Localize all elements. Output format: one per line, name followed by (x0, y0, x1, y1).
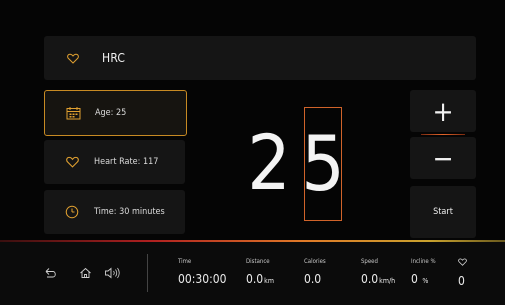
value-display: 2 5 (240, 107, 360, 221)
stat-distance-label: Distance (246, 258, 270, 265)
stat-calories-label: Calories (304, 258, 326, 265)
param-time-label: Time: 30 minutes (94, 207, 165, 217)
stat-incline-label: Incline % (411, 258, 436, 265)
sound-icon[interactable] (104, 266, 122, 280)
divider-line (421, 134, 465, 135)
stat-heart-value: 0 (458, 274, 465, 288)
stat-incline-value: 0 (411, 272, 418, 286)
stat-distance-value: 0.0 (246, 272, 264, 286)
stat-speed-value: 0.0 (361, 272, 379, 286)
clock-icon (64, 204, 80, 220)
heart-icon (458, 258, 467, 268)
stat-incline: Incline % 0 % (411, 258, 436, 286)
stat-time-value: 00:30:00 (178, 272, 227, 286)
heart-icon (66, 51, 80, 65)
param-age-label: Age: 25 (95, 108, 127, 118)
increment-button[interactable]: + (410, 90, 476, 132)
stat-speed: Speed 0.0km/h (361, 258, 395, 286)
param-time[interactable]: Time: 30 minutes (44, 190, 185, 234)
back-icon[interactable] (44, 266, 58, 280)
stat-time-label: Time (178, 258, 192, 265)
start-button[interactable]: Start (410, 186, 476, 238)
stat-heart: 0 (458, 258, 467, 288)
stat-speed-label: Speed (361, 258, 378, 265)
calendar-icon (65, 105, 81, 121)
param-age[interactable]: Age: 25 (44, 90, 187, 136)
decrement-button[interactable]: − (410, 137, 476, 179)
digit-ones-selected[interactable]: 5 (301, 107, 345, 221)
heart-icon (64, 154, 80, 170)
stat-calories-value: 0.0 (304, 272, 322, 286)
footer-divider (147, 254, 148, 292)
stat-speed-unit: km/h (379, 277, 396, 285)
stat-time: Time 00:30:00 (178, 258, 226, 286)
stat-distance-unit: km (264, 277, 274, 285)
param-heart-rate-label: Heart Rate: 117 (94, 157, 159, 167)
param-heart-rate[interactable]: Heart Rate: 117 (44, 140, 185, 184)
hrc-screen: HRC Age: 25 Heart Rate: 117 Time: 30 min… (0, 0, 505, 305)
page-title: HRC (102, 51, 126, 65)
hrc-header: HRC (44, 36, 476, 80)
stat-calories: Calories 0.0 (304, 258, 326, 286)
stat-incline-unit: % (422, 277, 429, 285)
home-icon[interactable] (78, 266, 92, 280)
digit-tens[interactable]: 2 (247, 107, 291, 219)
stat-distance: Distance 0.0km (246, 258, 274, 286)
